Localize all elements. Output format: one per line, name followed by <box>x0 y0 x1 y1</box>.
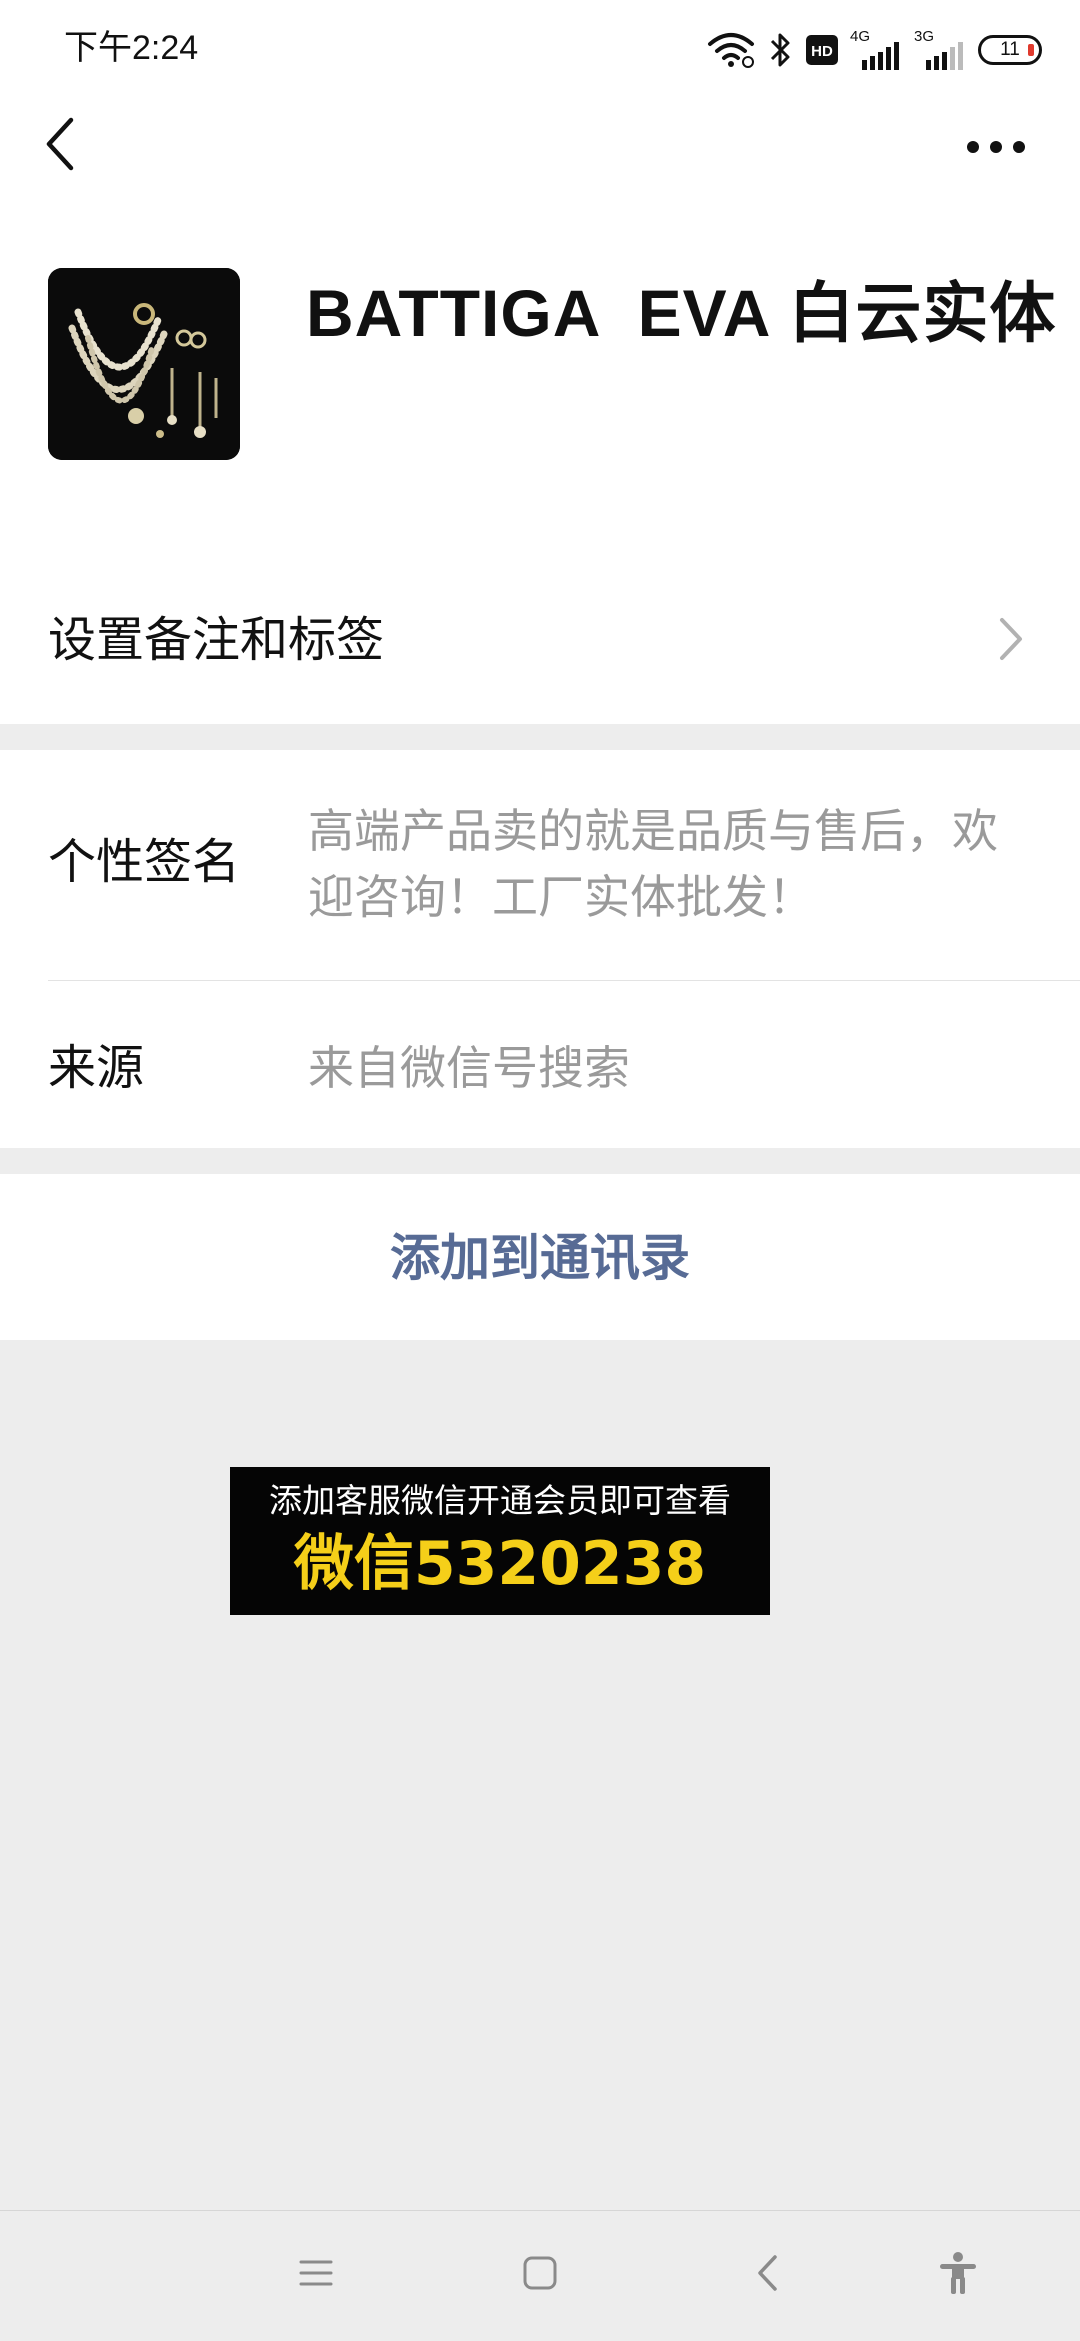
menu-icon <box>298 2258 334 2292</box>
add-to-contacts-label: 添加到通讯录 <box>390 1229 690 1287</box>
signature-label: 个性签名 <box>48 834 241 890</box>
signal-4g-icon: 4G <box>850 29 902 70</box>
status-time: 下午2:24 <box>64 29 199 67</box>
divider <box>48 980 1080 981</box>
svg-text:HD: HD <box>811 43 833 60</box>
bluetooth-icon <box>768 31 794 69</box>
back-button[interactable] <box>30 110 90 182</box>
signal-3g-icon: 3G <box>914 29 966 70</box>
promo-banner: 添加客服微信开通会员即可查看 微信5320238 <box>230 1467 770 1615</box>
promo-text: 添加客服微信开通会员即可查看 <box>269 1481 731 1520</box>
signature-value: 高端产品卖的就是品质与售后，欢迎咨询！工厂实体批发！ <box>308 804 998 924</box>
more-dots-icon <box>966 139 1026 158</box>
accessibility-icon <box>938 2251 978 2299</box>
info-section: 个性签名 高端产品卖的就是品质与售后，欢迎咨询！工厂实体批发！ 来源 来自微信号… <box>0 750 1080 1148</box>
hd-badge-icon: HD <box>806 35 838 65</box>
more-options-button[interactable] <box>958 118 1034 178</box>
back-triangle-icon <box>756 2254 780 2296</box>
chevron-left-icon <box>43 116 77 176</box>
wifi-icon <box>706 32 756 68</box>
accessibility-button[interactable] <box>918 2235 998 2315</box>
home-square-icon <box>522 2255 558 2295</box>
status-icons: HD 4G 3G 11 <box>706 26 1042 74</box>
battery-level: 11 <box>1000 39 1020 60</box>
profile-name: BATTIGA EVA 白云实体 <box>306 276 1057 350</box>
source-value: 来自微信号搜索 <box>308 1041 630 1095</box>
promo-wechat-id: 微信5320238 <box>293 1529 707 1599</box>
home-button[interactable] <box>500 2235 580 2315</box>
system-back-button[interactable] <box>728 2235 808 2315</box>
jewelry-avatar-image <box>48 268 240 460</box>
set-remark-and-tags-row[interactable]: 设置备注和标签 <box>0 556 1080 724</box>
source-label: 来源 <box>48 1040 145 1096</box>
add-to-contacts-button[interactable]: 添加到通讯录 <box>0 1174 1080 1340</box>
avatar[interactable] <box>48 268 240 460</box>
system-nav-bar <box>0 2210 1080 2341</box>
chevron-right-icon <box>996 614 1026 668</box>
menu-button[interactable] <box>276 2235 356 2315</box>
remark-label: 设置备注和标签 <box>48 612 385 668</box>
status-bar: 下午2:24 HD 4G 3G 11 <box>0 0 1080 96</box>
battery-indicator: 11 <box>978 35 1042 65</box>
